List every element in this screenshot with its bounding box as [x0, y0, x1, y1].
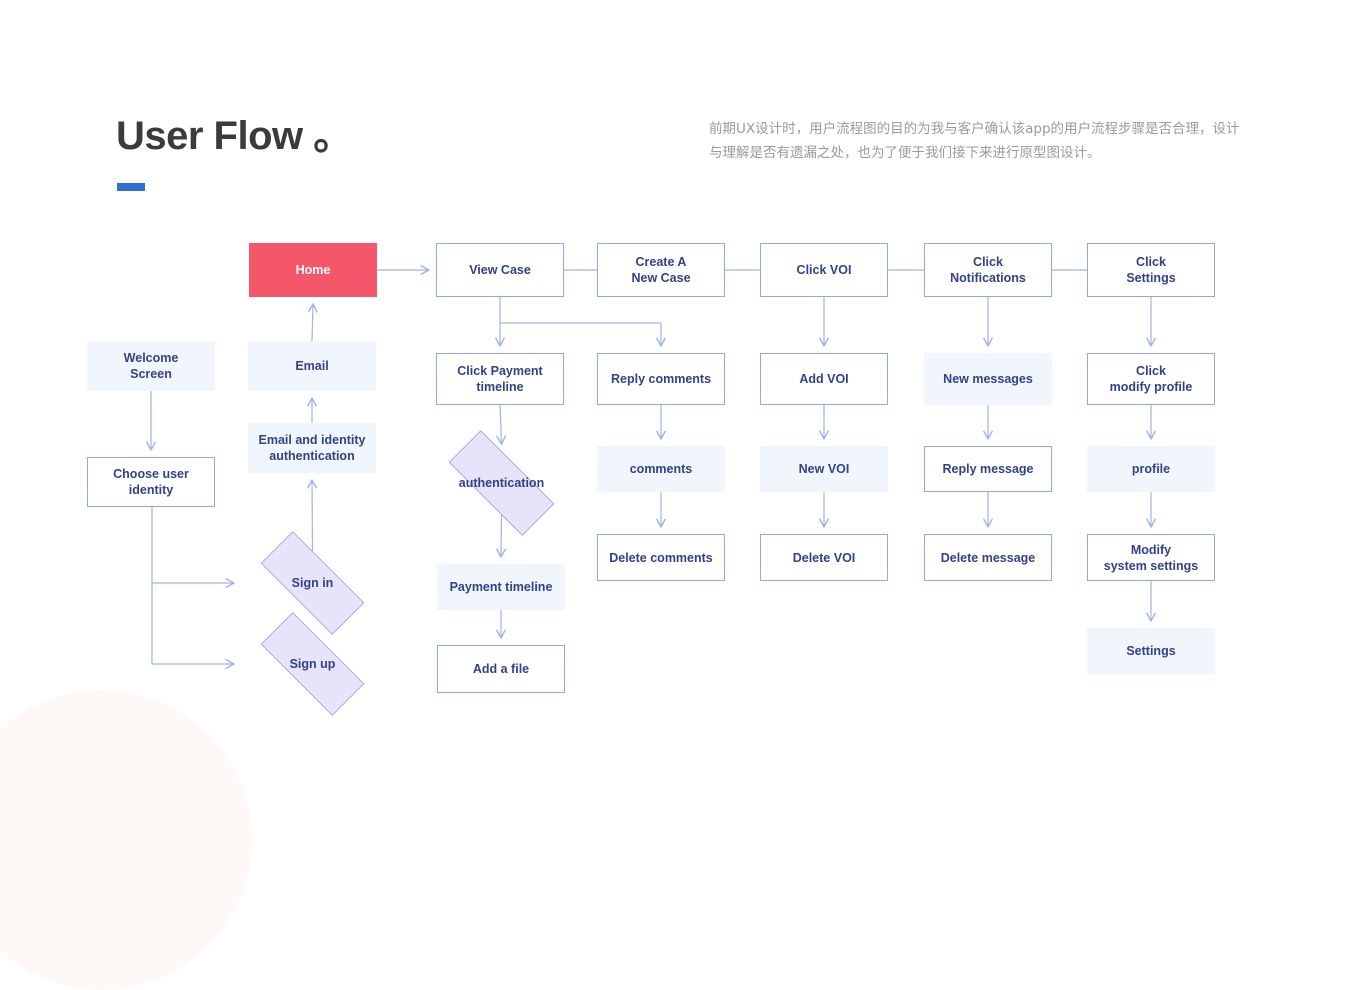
node-label: Add VOI: [799, 372, 849, 386]
node-profile[interactable]: profile: [1087, 446, 1215, 492]
node-label: Modify system settings: [1103, 542, 1199, 573]
node-label: Delete message: [940, 550, 1036, 565]
node-label: Reply comments: [610, 372, 712, 386]
node-reply-message[interactable]: Reply message: [924, 446, 1052, 492]
node-click-modify-profile[interactable]: Click modify profile: [1087, 353, 1215, 405]
node-label: authentication: [458, 476, 545, 490]
node-label: Delete comments: [609, 550, 713, 565]
node-delete-message[interactable]: Delete message: [924, 534, 1052, 581]
node-add-a-file[interactable]: Add a file: [437, 645, 565, 693]
node-label: Delete VOI: [792, 550, 856, 565]
node-label: Create A New Case: [631, 255, 691, 285]
node-home[interactable]: Home: [249, 243, 377, 297]
node-label: Welcome Screen: [123, 351, 179, 381]
node-label: Payment timeline: [449, 580, 553, 594]
node-label: View Case: [469, 263, 531, 277]
node-click-payment-timeline[interactable]: Click Payment timeline: [436, 353, 564, 405]
node-label: Click Payment timeline: [457, 364, 543, 394]
node-label: Click Notifications: [950, 255, 1026, 285]
title-underline-accent: [117, 183, 145, 191]
node-label: Add a file: [472, 662, 530, 676]
header-description: 前期UX设计时，用户流程图的目的为我与客户确认该app的用户流程步骤是否合理，设…: [709, 121, 1240, 161]
node-sign-in[interactable]: Sign in: [241, 531, 384, 635]
node-authentication[interactable]: authentication: [428, 430, 575, 536]
node-label: Click VOI: [796, 263, 852, 277]
node-label: Click modify profile: [1109, 364, 1193, 394]
node-label: Sign in: [291, 576, 334, 590]
node-settings[interactable]: Settings: [1087, 628, 1215, 674]
node-label: New VOI: [798, 462, 850, 476]
node-create-a-new-case[interactable]: Create A New Case: [597, 243, 725, 297]
node-new-messages[interactable]: New messages: [924, 353, 1052, 405]
node-comments[interactable]: comments: [597, 446, 725, 492]
node-label: Home: [295, 263, 331, 277]
node-choose-user-identity[interactable]: Choose user identity: [87, 457, 215, 507]
node-welcome-screen[interactable]: Welcome Screen: [87, 341, 215, 391]
node-click-settings[interactable]: Click Settings: [1087, 243, 1215, 297]
node-label: Settings: [1126, 644, 1176, 658]
node-label: comments: [629, 462, 693, 476]
node-label: New messages: [943, 372, 1033, 386]
node-label: Email and identity authentication: [258, 433, 366, 463]
node-label: Email: [295, 359, 329, 373]
node-reply-comments[interactable]: Reply comments: [597, 353, 725, 405]
node-label: profile: [1131, 462, 1171, 476]
node-add-voi[interactable]: Add VOI: [760, 353, 888, 405]
page-title: User Flow 。: [116, 114, 353, 158]
node-new-voi[interactable]: New VOI: [760, 446, 888, 492]
node-email-identity-authentication[interactable]: Email and identity authentication: [248, 423, 376, 473]
node-sign-up[interactable]: Sign up: [241, 612, 384, 716]
node-label: Sign up: [289, 657, 336, 671]
node-view-case[interactable]: View Case: [436, 243, 564, 297]
node-modify-system-settings[interactable]: Modify system settings: [1087, 534, 1215, 581]
node-payment-timeline[interactable]: Payment timeline: [437, 564, 565, 610]
node-label: Reply message: [942, 462, 1034, 476]
node-delete-comments[interactable]: Delete comments: [597, 534, 725, 581]
node-label: Click Settings: [1126, 255, 1176, 285]
node-delete-voi[interactable]: Delete VOI: [760, 534, 888, 581]
node-email[interactable]: Email: [248, 341, 376, 391]
node-click-notifications[interactable]: Click Notifications: [924, 243, 1052, 297]
node-label: Choose user identity: [113, 467, 189, 497]
node-click-voi[interactable]: Click VOI: [760, 243, 888, 297]
